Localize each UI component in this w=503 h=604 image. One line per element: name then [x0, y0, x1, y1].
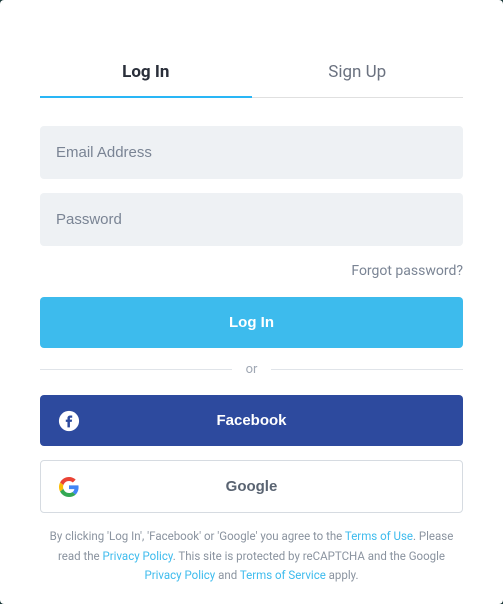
login-button-label: Log In: [229, 314, 274, 331]
legal-apply: apply.: [326, 568, 359, 582]
facebook-button-label: Facebook: [216, 412, 286, 429]
password-field[interactable]: [40, 193, 463, 246]
divider-label: or: [232, 362, 272, 377]
terms-of-use-link[interactable]: Terms of Use: [345, 529, 413, 543]
email-field[interactable]: [40, 126, 463, 179]
tab-login[interactable]: Log In: [40, 48, 252, 98]
privacy-policy-link[interactable]: Privacy Policy: [103, 549, 173, 563]
forgot-row: Forgot password?: [40, 260, 463, 279]
legal-recaptcha: . This site is protected by reCAPTCHA an…: [173, 549, 445, 563]
or-divider: or: [40, 362, 463, 377]
legal-text: By clicking 'Log In', 'Facebook' or 'Goo…: [40, 527, 463, 586]
facebook-button[interactable]: Facebook: [40, 395, 463, 446]
legal-and: and: [215, 568, 240, 582]
login-button[interactable]: Log In: [40, 297, 463, 348]
google-tos-link[interactable]: Terms of Service: [240, 568, 326, 582]
tab-signup[interactable]: Sign Up: [252, 48, 464, 98]
google-button-label: Google: [226, 478, 278, 495]
forgot-password-link[interactable]: Forgot password?: [351, 263, 463, 279]
legal-prefix: By clicking 'Log In', 'Facebook' or 'Goo…: [50, 529, 345, 543]
google-button[interactable]: Google: [40, 460, 463, 513]
auth-tabs: Log In Sign Up: [40, 48, 463, 98]
google-privacy-link[interactable]: Privacy Policy: [144, 568, 215, 582]
login-modal: Log In Sign Up Forgot password? Log In o…: [0, 0, 503, 604]
facebook-icon: [58, 410, 80, 432]
google-icon: [59, 477, 79, 497]
